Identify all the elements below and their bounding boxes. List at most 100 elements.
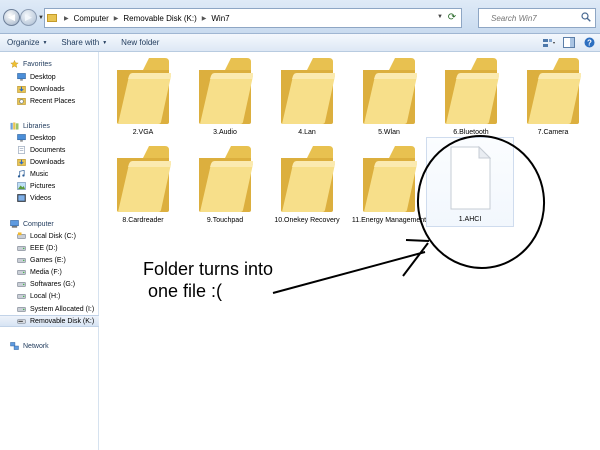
new-folder-button[interactable]: New folder [114,38,166,47]
nav-item-label: Videos [30,194,52,202]
nav-item-label: System Allocated (I:) [30,305,95,313]
nav-item-downloads[interactable]: Downloads [0,83,99,95]
address-bar: ◀ ▶ ▼ ▶ Computer ▶ Removable Disk (K:) ▶… [0,0,600,34]
help-icon[interactable]: ? [582,36,596,49]
breadcrumb[interactable]: ▶ Computer ▶ Removable Disk (K:) ▶ Win7 … [44,8,462,28]
file-label: 1.AHCI [458,216,482,223]
nav-network-label: Network [23,342,49,350]
folder-item[interactable]: 6.Bluetooth [432,52,510,144]
folder-label: 4.Lan [298,129,316,136]
folder-item[interactable]: 7.Camera [514,52,592,144]
nav-item-desktop[interactable]: Desktop [0,71,99,83]
folder-label: 2.VGA [132,129,154,136]
search-icon[interactable] [581,12,591,22]
folder-icon [117,58,171,124]
folder-label: 11.Energy Management [351,217,427,224]
chevron-right-icon[interactable]: ▶ [202,15,207,22]
back-button[interactable]: ◀ [3,9,20,26]
folder-icon [281,58,335,124]
folder-item[interactable]: 10.Onekey Recovery [268,140,346,232]
nav-libraries[interactable]: Libraries [0,120,99,132]
folder-label: 10.Onekey Recovery [274,217,340,224]
nav-item-drive-k[interactable]: Removable Disk (K:) [0,315,99,327]
libraries-icon [10,122,19,130]
folder-icon [199,146,253,212]
address-dropdown-icon[interactable]: ▼ [437,14,443,20]
nav-item-drive-c[interactable]: Local Disk (C:) [0,230,99,242]
folder-item[interactable]: 5.Wlan [350,52,428,144]
nav-item-drive-e[interactable]: Games (E:) [0,254,99,266]
nav-item-label: Documents [30,146,66,154]
nav-item-lib-downloads[interactable]: Downloads [0,156,99,168]
search-box[interactable] [478,8,596,28]
folder-item[interactable]: 11.Energy Management [350,140,428,232]
chevron-right-icon[interactable]: ▶ [114,15,119,22]
nav-item-drive-d[interactable]: EEE (D:) [0,242,99,254]
nav-item-drive-f[interactable]: Media (F:) [0,266,99,278]
folder-item[interactable]: 2.VGA [104,52,182,144]
downloads-icon [17,159,26,166]
folder-label: 7.Camera [537,129,569,136]
forward-button[interactable]: ▶ [20,9,37,26]
nav-network[interactable]: Network [0,340,99,352]
nav-item-label: Pictures [30,182,56,190]
navigation-pane: Favorites Desktop Downloads Recent Place… [0,52,99,450]
folder-label: 9.Touchpad [206,217,244,224]
recent-places-icon [17,98,26,105]
folder-icon [199,58,253,124]
refresh-icon[interactable]: ⟳ [445,11,459,25]
folder-item[interactable]: 4.Lan [268,52,346,144]
nav-item-label: Downloads [30,158,65,166]
nav-item-label: Removable Disk (K:) [30,317,95,325]
music-icon [17,170,25,178]
nav-item-label: Downloads [30,85,65,93]
nav-item-label: Media (F:) [30,268,62,276]
nav-item-label: Music [30,170,49,178]
drive-icon [17,281,26,287]
file-list: 2.VGA 3.Audio 4.Lan 5.Wlan 6.Bluetooth 7… [100,52,600,450]
breadcrumb-computer[interactable]: Computer [74,14,109,23]
documents-icon [18,146,25,154]
drive-icon [17,306,26,312]
folder-item[interactable]: 3.Audio [186,52,264,144]
nav-item-lib-desktop[interactable]: Desktop [0,132,99,144]
folder-label: 5.Wlan [378,129,400,136]
nav-item-documents[interactable]: Documents [0,144,99,156]
nav-item-music[interactable]: Music [0,168,99,180]
folder-icon [281,146,335,212]
nav-item-label: Desktop [30,73,56,81]
folder-label: 3.Audio [213,129,237,136]
nav-item-recent-places[interactable]: Recent Places [0,95,99,107]
drive-icon [17,257,26,263]
downloads-icon [17,86,26,93]
folder-item[interactable]: 9.Touchpad [186,140,264,232]
chevron-right-icon[interactable]: ▶ [64,15,69,22]
folder-label: 6.Bluetooth [453,129,489,136]
view-options-icon[interactable] [542,36,556,49]
file-item[interactable]: 1.AHCI [426,137,514,227]
nav-item-drive-i[interactable]: System Allocated (I:) [0,303,99,315]
nav-computer[interactable]: Computer [0,218,99,230]
preview-pane-icon[interactable] [562,36,576,49]
folder-item[interactable]: 8.Cardreader [104,140,182,232]
drive-icon [17,293,26,299]
share-with-button[interactable]: Share with ▼ [54,38,114,47]
nav-item-drive-g[interactable]: Softwares (G:) [0,278,99,290]
breadcrumb-removable-disk[interactable]: Removable Disk (K:) [123,14,196,23]
folder-icon [363,58,417,124]
chevron-down-icon: ▼ [102,39,108,46]
nav-favorites[interactable]: Favorites [0,58,99,70]
nav-item-pictures[interactable]: Pictures [0,180,99,192]
nav-item-videos[interactable]: Videos [0,192,99,204]
nav-libraries-label: Libraries [23,122,50,130]
removable-disk-icon [17,319,26,324]
nav-item-label: Local Disk (C:) [30,232,76,240]
organize-button[interactable]: Organize ▼ [0,38,54,47]
search-input[interactable] [479,9,579,27]
nav-item-drive-h[interactable]: Local (H:) [0,290,99,302]
star-icon [10,60,19,68]
breadcrumb-win7[interactable]: Win7 [211,14,229,23]
folder-icon [363,146,417,212]
computer-icon [10,220,19,228]
nav-item-label: Recent Places [30,97,76,105]
